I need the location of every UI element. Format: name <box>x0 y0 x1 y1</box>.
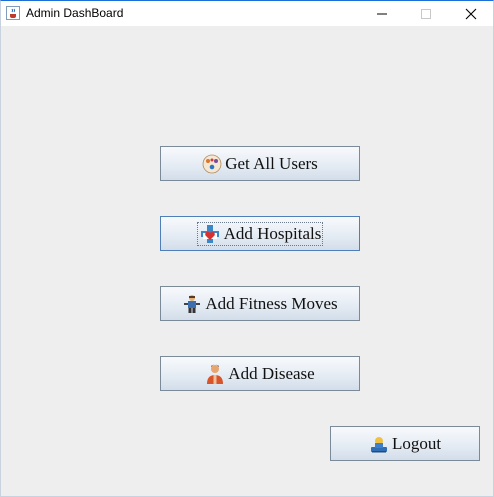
button-content: Add Hospitals <box>196 221 324 246</box>
users-icon <box>202 154 222 173</box>
patient-icon <box>207 364 224 384</box>
hospital-heart-icon <box>200 224 219 243</box>
add-disease-button[interactable]: Add Disease <box>160 356 360 391</box>
logout-button[interactable]: Logout <box>330 426 480 461</box>
fitness-person-icon <box>184 294 201 313</box>
java-cup-icon <box>6 6 20 20</box>
add-hospitals-button[interactable]: Add Hospitals <box>160 216 360 251</box>
maximize-icon <box>421 8 431 19</box>
get-all-users-button[interactable]: Get All Users <box>160 146 360 181</box>
add-hospitals-label: Add Hospitals <box>223 223 322 243</box>
button-content: Logout <box>369 434 441 454</box>
button-content: Add Disease <box>205 363 315 385</box>
minimize-button[interactable] <box>359 1 405 26</box>
window-title: Admin DashBoard <box>26 6 124 20</box>
close-icon <box>465 8 477 19</box>
app-window: Admin DashBoard Get All Users Add Hospit… <box>0 0 494 497</box>
maximize-button[interactable] <box>403 1 449 26</box>
add-fitness-moves-label: Add Fitness Moves <box>205 293 338 313</box>
minimize-icon <box>377 13 387 14</box>
title-bar: Admin DashBoard <box>1 1 493 26</box>
add-fitness-moves-button[interactable]: Add Fitness Moves <box>160 286 360 321</box>
get-all-users-label: Get All Users <box>225 153 318 173</box>
close-button[interactable] <box>448 1 494 26</box>
button-content: Get All Users <box>202 154 318 174</box>
logout-user-icon <box>370 436 387 452</box>
logout-label: Logout <box>391 433 442 453</box>
add-disease-label: Add Disease <box>228 363 315 383</box>
button-content: Add Fitness Moves <box>182 293 338 314</box>
